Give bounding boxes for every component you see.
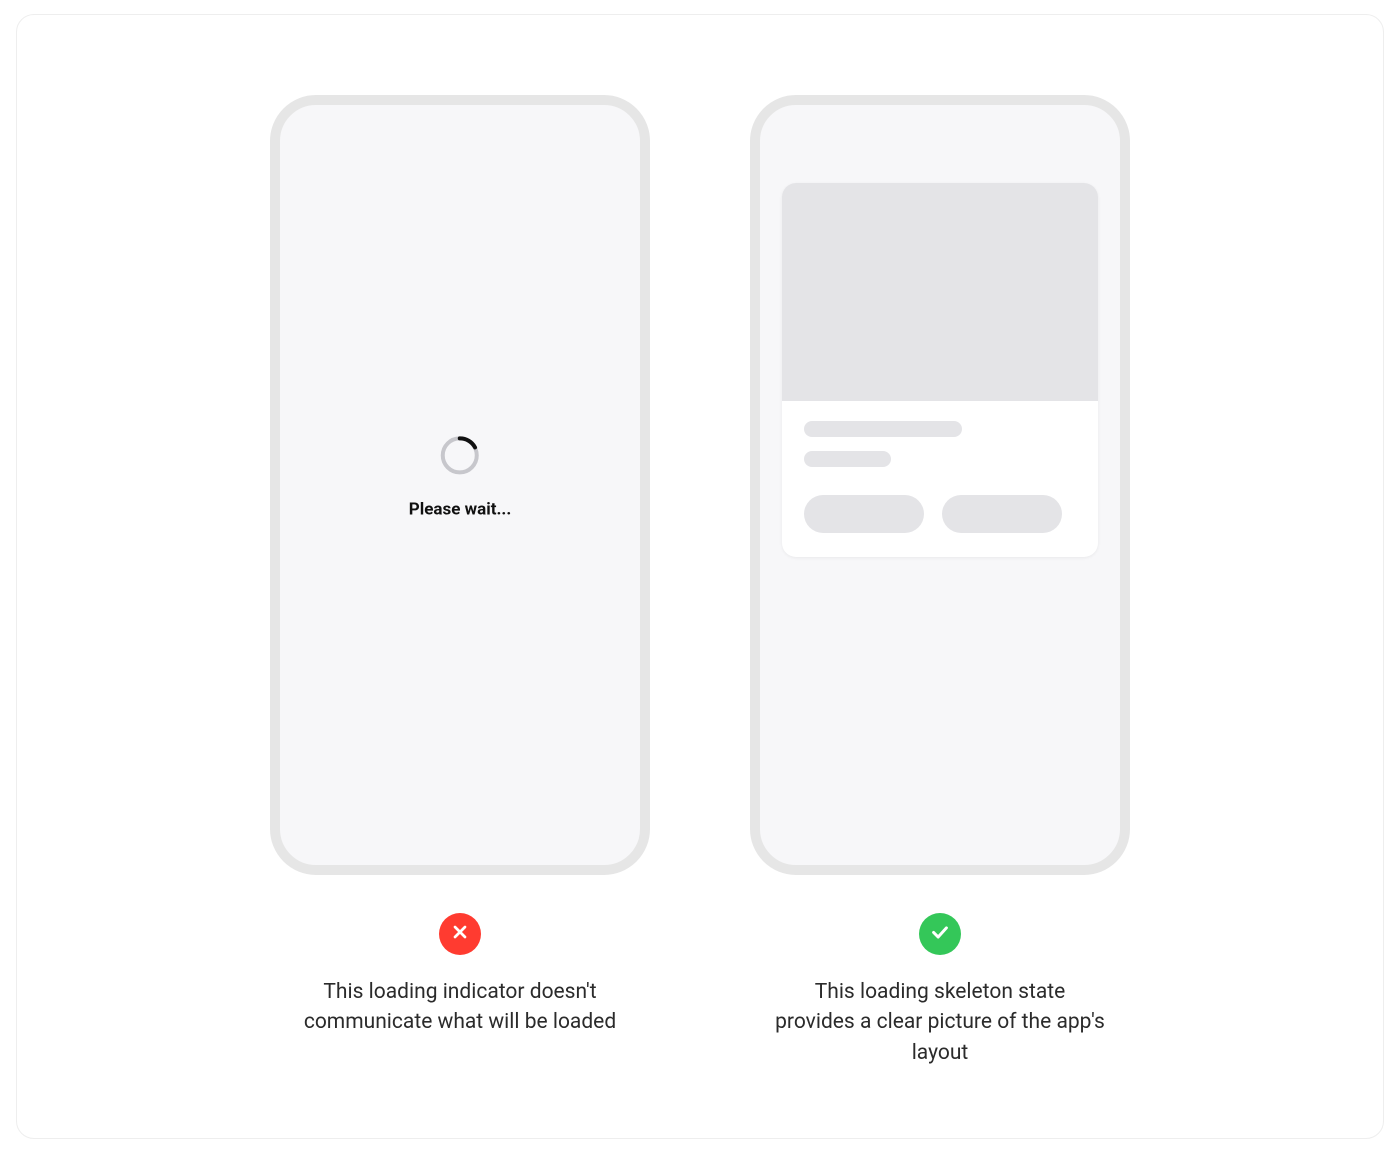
left-column: Please wait... This loading indicator do… bbox=[260, 95, 660, 1038]
check-badge bbox=[919, 913, 961, 955]
phone-mockup-spinner: Please wait... bbox=[270, 95, 650, 875]
check-icon bbox=[929, 921, 951, 947]
right-column: This loading skeleton state provides a c… bbox=[740, 95, 1140, 1068]
loading-indicator-group: Please wait... bbox=[409, 433, 512, 519]
skeleton-card-body bbox=[782, 401, 1098, 557]
phone-mockup-skeleton bbox=[750, 95, 1130, 875]
left-caption: This loading indicator doesn't communica… bbox=[295, 977, 625, 1038]
cross-icon bbox=[450, 922, 470, 946]
spinner-icon bbox=[438, 433, 482, 477]
skeleton-button-placeholder bbox=[804, 495, 924, 533]
loading-text: Please wait... bbox=[409, 499, 512, 519]
skeleton-card bbox=[782, 183, 1098, 557]
left-caption-group: This loading indicator doesn't communica… bbox=[295, 913, 625, 1038]
right-caption-group: This loading skeleton state provides a c… bbox=[775, 913, 1105, 1068]
skeleton-button-placeholder bbox=[942, 495, 1062, 533]
skeleton-image-placeholder bbox=[782, 183, 1098, 401]
skeleton-button-row bbox=[804, 495, 1076, 533]
skeleton-text-line bbox=[804, 451, 891, 467]
skeleton-text-line bbox=[804, 421, 962, 437]
right-caption: This loading skeleton state provides a c… bbox=[775, 977, 1105, 1068]
comparison-frame: Please wait... This loading indicator do… bbox=[16, 14, 1384, 1139]
cross-badge bbox=[439, 913, 481, 955]
